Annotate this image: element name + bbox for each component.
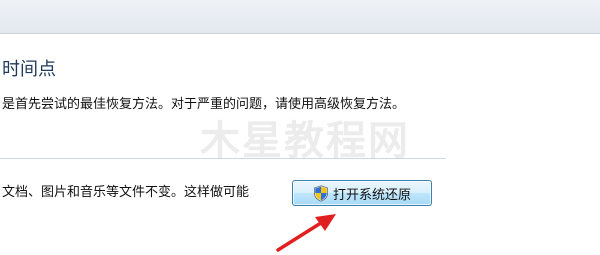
- open-system-restore-button[interactable]: 打开系统还原: [292, 180, 432, 206]
- open-system-restore-label: 打开系统还原: [332, 187, 411, 203]
- window-top-band: [0, 0, 600, 34]
- uac-shield-icon: [313, 184, 329, 202]
- section-heading: 时间点: [2, 59, 56, 80]
- watermark: 木星教程网: [200, 118, 410, 164]
- restore-description: 文档、图片和音乐等文件不变。这样做可能: [2, 185, 250, 200]
- red-arrow-annotation: [276, 214, 336, 252]
